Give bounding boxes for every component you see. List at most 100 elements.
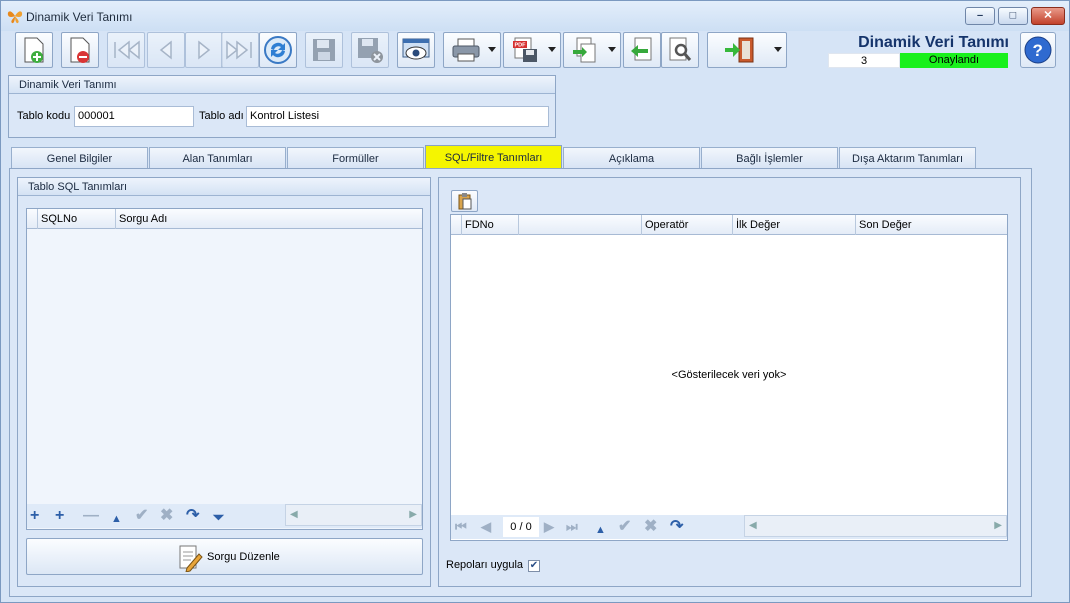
- table-code-field[interactable]: 000001: [74, 106, 194, 127]
- sql-grid[interactable]: SQLNo Sorgu Adı + + — ▲ ✔ ✖ ↷ ⏷ ◀ ▶: [26, 208, 423, 530]
- title-bar: Dinamik Veri Tanımı – □ ✕: [1, 1, 1069, 31]
- column-header-operator[interactable]: Operatör: [641, 215, 732, 235]
- minimize-icon: –: [976, 9, 984, 22]
- tab-general-info[interactable]: Genel Bilgiler: [11, 147, 148, 169]
- pdf-dropdown-icon[interactable]: [548, 47, 556, 52]
- table-code-label: Tablo kodu: [17, 110, 71, 122]
- next-record-icon: [198, 40, 211, 60]
- empty-grid-message: <Gösterilecek veri yok>: [671, 369, 787, 381]
- move-up-icon[interactable]: ▲: [111, 511, 122, 527]
- edit-query-button[interactable]: Sorgu Düzenle: [26, 538, 423, 575]
- column-header-first-value[interactable]: İlk Değer: [732, 215, 855, 235]
- back-icon: [631, 37, 652, 61]
- tab-formulas[interactable]: Formüller: [287, 147, 424, 169]
- back-button[interactable]: [623, 32, 661, 68]
- sql-grid-header: SQLNo Sorgu Adı: [27, 209, 422, 229]
- column-header-sqlno[interactable]: SQLNo: [37, 209, 115, 229]
- redo-icon[interactable]: ↷: [670, 519, 683, 535]
- save-button[interactable]: [305, 32, 343, 68]
- table-name-label: Tablo adı: [199, 110, 244, 122]
- first-record-button[interactable]: [107, 32, 145, 68]
- filter-grid[interactable]: FDNo Operatör İlk Değer Son Değer <Göste…: [450, 214, 1008, 541]
- svg-text:?: ?: [1033, 41, 1043, 60]
- sql-grid-hscrollbar[interactable]: ◀ ▶: [285, 504, 422, 526]
- status-badge: Onaylandı: [900, 53, 1008, 68]
- preview-button[interactable]: [397, 32, 435, 68]
- checkmark-icon: ✔: [529, 560, 539, 571]
- sql-definitions-title: Tablo SQL Tanımları: [18, 178, 430, 196]
- filter-grid-header: FDNo Operatör İlk Değer Son Değer: [451, 215, 1007, 235]
- confirm-icon[interactable]: ✔: [618, 519, 631, 535]
- last-record-button[interactable]: [221, 32, 259, 68]
- move-up-icon[interactable]: ▲: [595, 522, 606, 538]
- scroll-left-icon[interactable]: ◀: [749, 520, 757, 531]
- edit-query-icon: [179, 545, 203, 572]
- print-icon: [452, 38, 480, 62]
- preview-icon: [402, 38, 430, 60]
- apply-repos-label: Repoları uygula: [446, 559, 524, 571]
- record-number: 3: [828, 53, 900, 68]
- scroll-left-icon[interactable]: ◀: [290, 509, 298, 520]
- table-name-field[interactable]: Kontrol Listesi: [246, 106, 549, 127]
- exit-button[interactable]: [707, 32, 787, 68]
- page-indicator: 0 / 0: [503, 517, 539, 537]
- header-title: Dinamik Veri Tanımı: [858, 34, 1009, 51]
- cancel-icon[interactable]: ✖: [644, 519, 657, 535]
- tab-linked-operations[interactable]: Bağlı İşlemler: [701, 147, 838, 169]
- butterfly-icon: [7, 11, 23, 24]
- new-record-button[interactable]: [15, 32, 53, 68]
- column-header-query-name[interactable]: Sorgu Adı: [115, 209, 423, 229]
- scroll-right-icon[interactable]: ▶: [994, 520, 1002, 531]
- remove-icon[interactable]: —: [83, 508, 99, 524]
- exit-dropdown-icon[interactable]: [774, 47, 782, 52]
- pdf-export-icon: PDF: [513, 37, 537, 62]
- last-record-icon: [226, 40, 252, 60]
- import-button[interactable]: [563, 32, 621, 68]
- paste-button[interactable]: [451, 190, 478, 212]
- help-button[interactable]: ?: [1020, 32, 1056, 68]
- tools-icon: [669, 37, 692, 61]
- confirm-icon[interactable]: ✔: [135, 508, 148, 524]
- cancel-icon[interactable]: ✖: [160, 508, 173, 524]
- first-page-icon[interactable]: ⏮: [455, 519, 467, 535]
- cancel-save-icon: [358, 38, 383, 63]
- pdf-export-button[interactable]: PDF: [503, 32, 561, 68]
- next-record-button[interactable]: [185, 32, 223, 68]
- close-button[interactable]: ✕: [1031, 7, 1065, 25]
- next-page-icon[interactable]: ▶: [544, 519, 554, 535]
- previous-page-icon[interactable]: ◀: [481, 519, 491, 535]
- last-page-icon[interactable]: ⏭: [566, 519, 578, 535]
- import-dropdown-icon[interactable]: [608, 47, 616, 52]
- print-dropdown-icon[interactable]: [488, 47, 496, 52]
- refresh-button[interactable]: [259, 32, 297, 68]
- paste-icon: [458, 193, 471, 210]
- tab-description[interactable]: Açıklama: [563, 147, 700, 169]
- cancel-save-button[interactable]: [351, 32, 389, 68]
- column-header-last-value[interactable]: Son Değer: [855, 215, 1008, 235]
- previous-record-button[interactable]: [147, 32, 185, 68]
- column-header-field[interactable]: [518, 215, 641, 235]
- apply-repos-checkbox[interactable]: ✔: [528, 560, 540, 572]
- tab-export-definitions[interactable]: Dışa Aktarım Tanımları: [839, 147, 976, 169]
- maximize-button[interactable]: □: [998, 7, 1028, 25]
- tab-sql-filter[interactable]: SQL/Filtre Tanımları: [425, 145, 562, 169]
- add-icon[interactable]: +: [30, 508, 39, 524]
- window-title: Dinamik Veri Tanımı: [26, 10, 133, 24]
- column-header-fdno[interactable]: FDNo: [461, 215, 518, 235]
- first-record-icon: [114, 40, 140, 60]
- delete-record-button[interactable]: [61, 32, 99, 68]
- minimize-button[interactable]: –: [965, 7, 995, 25]
- tab-field-definitions[interactable]: Alan Tanımları: [149, 147, 286, 169]
- tools-button[interactable]: [661, 32, 699, 68]
- print-button[interactable]: [443, 32, 501, 68]
- exit-icon: [725, 37, 754, 63]
- definition-group-title: Dinamik Veri Tanımı: [9, 76, 555, 94]
- add-multiple-icon[interactable]: +: [55, 508, 64, 524]
- new-record-icon: [24, 37, 44, 63]
- redo-icon[interactable]: ↷: [186, 508, 199, 524]
- filter-grid-hscrollbar[interactable]: ◀ ▶: [744, 515, 1007, 537]
- restore-icon: □: [1009, 9, 1017, 22]
- scroll-right-icon[interactable]: ▶: [409, 509, 417, 520]
- filter-icon[interactable]: ⏷: [213, 509, 224, 525]
- close-icon: ✕: [1043, 9, 1053, 22]
